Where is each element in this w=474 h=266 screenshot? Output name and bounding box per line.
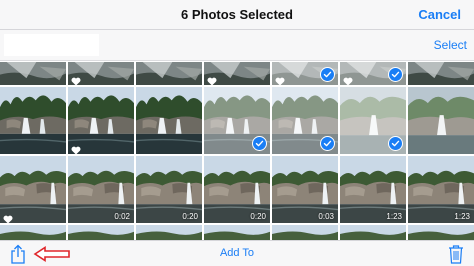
- photo-thumbnail[interactable]: [408, 225, 474, 240]
- video-thumbnail[interactable]: 0:03: [272, 156, 338, 223]
- photo-thumbnail[interactable]: [340, 87, 406, 154]
- photo-thumbnail[interactable]: [204, 87, 270, 154]
- photos-app-screen: 6 Photos Selected Cancel Select 0:02 0:20…: [0, 0, 474, 266]
- photo-thumbnail[interactable]: [68, 225, 134, 240]
- cancel-button[interactable]: Cancel: [418, 0, 461, 30]
- video-duration: 0:20: [250, 212, 266, 221]
- heart-icon: [275, 73, 285, 85]
- video-duration: 0:02: [114, 212, 130, 221]
- checkmark-icon: [320, 136, 335, 151]
- red-arrow-annotation: [33, 246, 70, 262]
- photo-thumbnail[interactable]: [204, 62, 270, 85]
- photo-thumbnail[interactable]: [0, 87, 66, 154]
- heart-icon: [71, 142, 81, 154]
- page-title: 6 Photos Selected: [181, 7, 293, 22]
- video-duration: 0:20: [182, 212, 198, 221]
- video-thumbnail[interactable]: 0:20: [136, 156, 202, 223]
- checkmark-icon: [388, 67, 403, 82]
- video-thumbnail[interactable]: 0:02: [68, 156, 134, 223]
- checkmark-icon: [252, 136, 267, 151]
- heart-icon: [207, 73, 217, 85]
- heart-icon: [3, 211, 13, 223]
- photo-thumbnail[interactable]: [340, 62, 406, 85]
- photo-thumbnail[interactable]: [272, 87, 338, 154]
- photo-thumbnail[interactable]: [408, 87, 474, 154]
- checkmark-icon: [388, 136, 403, 151]
- photo-thumbnail[interactable]: [340, 225, 406, 240]
- video-duration: 1:23: [454, 212, 470, 221]
- share-icon[interactable]: [9, 244, 27, 264]
- photo-thumbnail[interactable]: [0, 225, 66, 240]
- photo-thumbnail[interactable]: [136, 87, 202, 154]
- select-button[interactable]: Select: [434, 30, 467, 61]
- photo-thumbnail[interactable]: [136, 225, 202, 240]
- video-thumbnail[interactable]: 0:20: [204, 156, 270, 223]
- checkmark-icon: [320, 67, 335, 82]
- photo-thumbnail[interactable]: [272, 62, 338, 85]
- photo-thumbnail[interactable]: [68, 62, 134, 85]
- video-duration: 0:03: [318, 212, 334, 221]
- photo-thumbnail[interactable]: [68, 87, 134, 154]
- trash-icon[interactable]: [448, 244, 464, 264]
- photo-thumbnail[interactable]: [136, 62, 202, 85]
- photo-thumbnail[interactable]: [204, 225, 270, 240]
- video-duration: 1:23: [386, 212, 402, 221]
- photo-thumbnail[interactable]: [0, 62, 66, 85]
- navigation-bar: 6 Photos Selected Cancel: [0, 0, 474, 30]
- heart-icon: [71, 73, 81, 85]
- album-header-bar: Select: [0, 30, 474, 61]
- heart-icon: [343, 73, 353, 85]
- bottom-toolbar: Add To: [0, 240, 474, 266]
- video-thumbnail[interactable]: 1:23: [340, 156, 406, 223]
- redacted-area: [4, 34, 99, 56]
- photo-thumbnail[interactable]: [408, 62, 474, 85]
- add-to-button[interactable]: Add To: [220, 247, 254, 259]
- photo-thumbnail[interactable]: [272, 225, 338, 240]
- video-thumbnail[interactable]: 1:23: [408, 156, 474, 223]
- photo-thumbnail[interactable]: [0, 156, 66, 223]
- photo-grid: 0:02 0:20 0:20 0:03 1:23 1:23: [0, 62, 474, 240]
